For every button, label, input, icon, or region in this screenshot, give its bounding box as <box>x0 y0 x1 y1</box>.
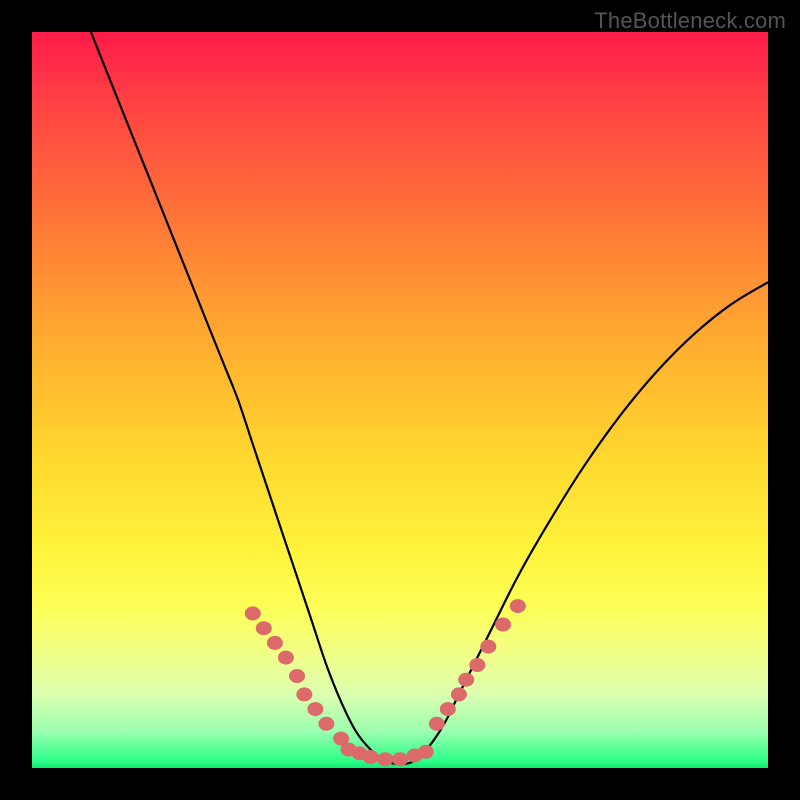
data-marker <box>307 702 323 716</box>
chart-svg <box>32 32 768 768</box>
data-marker <box>296 687 312 701</box>
plot-area <box>32 32 768 768</box>
data-marker <box>429 717 445 731</box>
data-marker <box>318 717 334 731</box>
marker-layer <box>245 599 526 766</box>
data-marker <box>289 669 305 683</box>
data-marker <box>440 702 456 716</box>
data-marker <box>278 651 294 665</box>
data-marker <box>267 636 283 650</box>
data-marker <box>245 606 261 620</box>
data-marker <box>377 752 393 766</box>
data-marker <box>418 745 434 759</box>
data-marker <box>480 640 496 654</box>
data-marker <box>256 621 272 635</box>
data-marker <box>469 658 485 672</box>
data-marker <box>392 752 408 766</box>
data-marker <box>510 599 526 613</box>
watermark-text: TheBottleneck.com <box>594 8 786 34</box>
bottleneck-curve <box>91 32 768 764</box>
data-marker <box>495 618 511 632</box>
data-marker <box>458 673 474 687</box>
chart-frame: TheBottleneck.com <box>0 0 800 800</box>
data-marker <box>363 750 379 764</box>
data-marker <box>451 687 467 701</box>
